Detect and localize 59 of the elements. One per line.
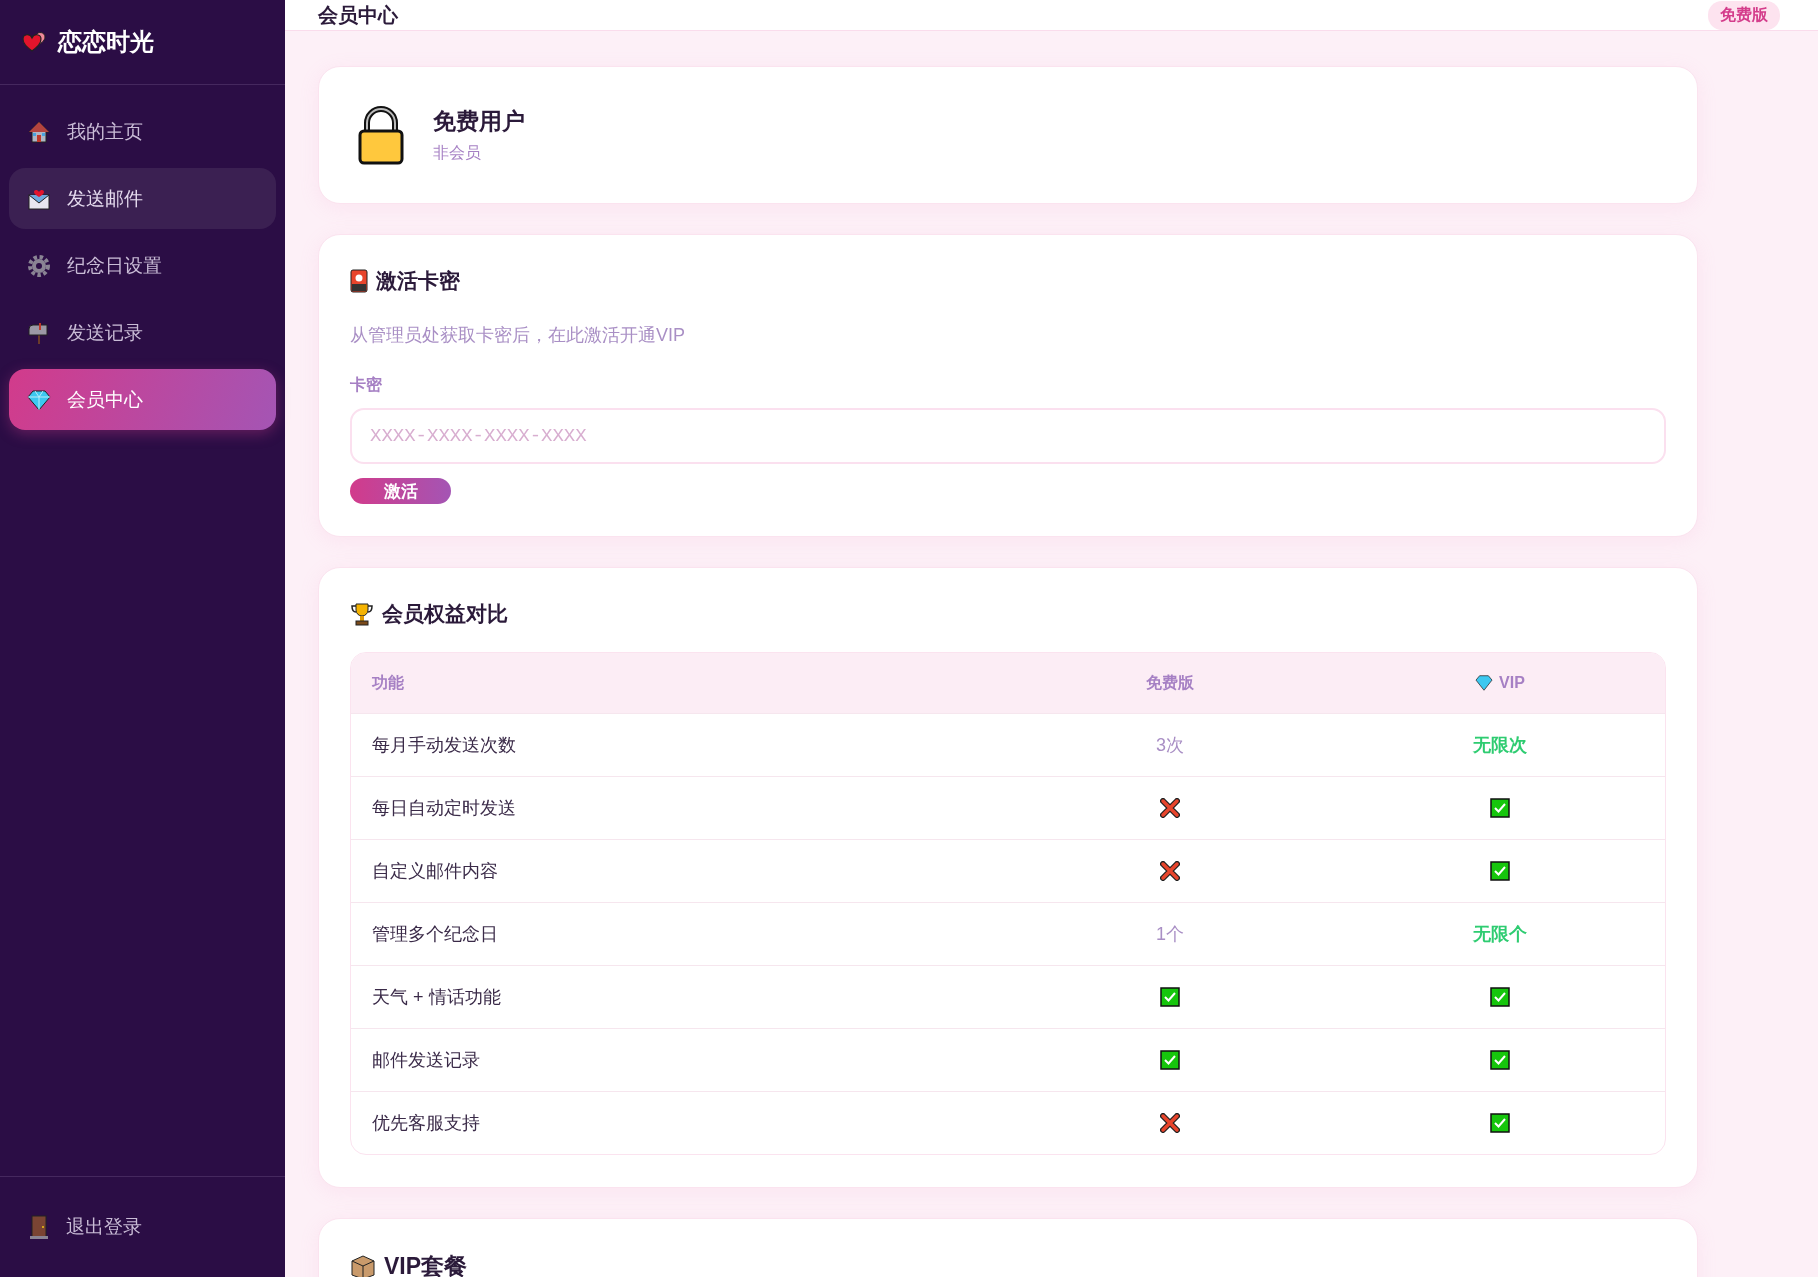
hearts-icon [22,31,48,53]
trophy-icon [350,602,374,626]
logout-link[interactable]: 退出登录 [0,1214,142,1240]
checkmark-icon [1490,798,1510,818]
checkmark-icon [1490,1050,1510,1070]
nav-label: 纪念日设置 [67,253,162,278]
nav-item[interactable]: 发送邮件 [9,168,276,229]
feature-name: 邮件发送记录 [371,1049,481,1072]
cross-icon [1160,798,1180,818]
column-header: 功能 [371,672,405,693]
feature-value: 3次 [1155,734,1185,757]
gem-icon [1475,675,1494,691]
card-key-field[interactable]: XXXX-XXXX-XXXX-XXXX [350,408,1666,464]
card-icon [350,269,368,293]
card-title: 激活卡密 [376,268,460,294]
plan-badge: 免费版 [1708,0,1780,30]
field-label: 卡密 [350,375,383,395]
cross-icon [1160,1113,1180,1133]
house-icon [27,119,51,144]
app-logo-text: 恋恋时光 [58,27,154,57]
feature-name: 优先客服支持 [371,1112,481,1135]
nav-item[interactable]: 发送记录 [9,302,276,363]
nav-item[interactable]: 纪念日设置 [9,235,276,296]
feature-name: 每月手动发送次数 [371,734,517,757]
membership-status: 非会员 [433,143,482,163]
nav-item[interactable]: 会员中心 [9,369,276,430]
package-icon [350,1253,376,1277]
lock-icon [357,105,405,165]
logout-label: 退出登录 [66,1215,142,1239]
nav-label: 我的主页 [67,119,143,144]
card-title: VIP套餐 [384,1252,468,1277]
activate-button[interactable]: 激活 [350,478,451,504]
description: 从管理员处获取卡密后，在此激活开通VIP [350,324,686,347]
nav-label: 发送邮件 [67,186,143,211]
feature-value: 无限次 [1472,734,1528,757]
mailbox-icon [27,320,51,345]
checkmark-icon [1490,987,1510,1007]
checkmark-icon [1160,1050,1180,1070]
nav-item[interactable]: 我的主页 [9,101,276,162]
checkmark-icon [1490,861,1510,881]
page-title: 会员中心 [318,2,398,28]
gear-icon [27,253,51,278]
door-icon [30,1215,48,1239]
feature-value: 无限个 [1472,923,1528,946]
feature-value: 1个 [1155,923,1185,946]
column-header: 免费版 [1145,672,1195,693]
gem-icon [27,387,51,412]
checkmark-icon [1160,987,1180,1007]
user-status: 免费用户 [433,107,525,136]
nav-label: 会员中心 [67,387,143,412]
feature-name: 管理多个纪念日 [371,923,499,946]
cross-icon [1160,861,1180,881]
feature-name: 每日自动定时发送 [371,797,517,820]
column-header: VIP [1499,674,1525,692]
feature-name: 天气 + 情话功能 [371,986,502,1009]
feature-name: 自定义邮件内容 [371,860,499,883]
card-title: 会员权益对比 [382,601,508,627]
checkmark-icon [1490,1113,1510,1133]
nav-label: 发送记录 [67,320,143,345]
